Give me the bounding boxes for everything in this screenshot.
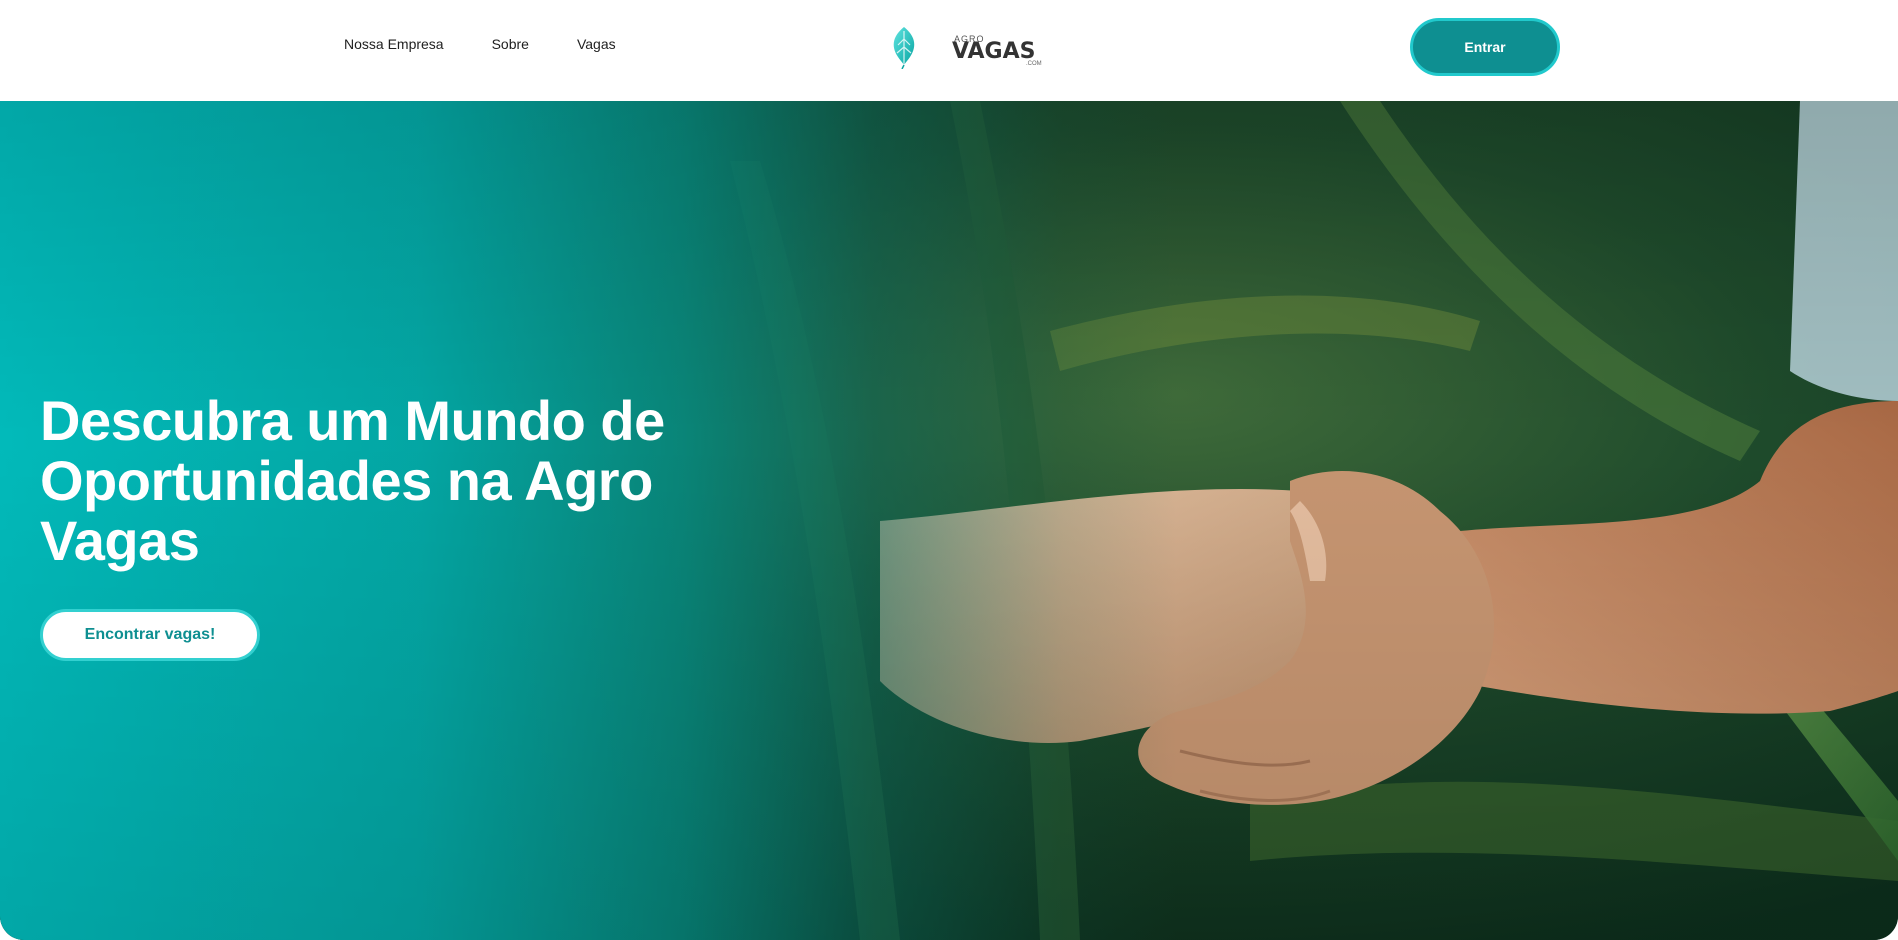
find-jobs-button[interactable]: Encontrar vagas! [40,609,260,661]
logo-text-com: .COM [1026,61,1042,67]
main-nav: Nossa Empresa Sobre Vagas [344,36,616,52]
login-button[interactable]: Entrar [1410,18,1560,76]
hero-title: Descubra um Mundo de Oportunidades na Ag… [40,389,665,572]
nav-link-nossa-empresa[interactable]: Nossa Empresa [344,36,444,52]
nav-link-vagas[interactable]: Vagas [577,36,616,52]
nav-link-sobre[interactable]: Sobre [492,36,529,52]
logo-wordmark: AGRO VAGAS .COM [920,25,1042,69]
logo-text-vagas: VAGAS [952,39,1036,64]
site-logo[interactable]: AGRO VAGAS .COM [888,24,1042,70]
leaf-logo-icon [893,27,915,69]
hero-section: Descubra um Mundo de Oportunidades na Ag… [0,101,1898,940]
site-header: Nossa Empresa Sobre Vagas AGRO VAGAS .CO… [0,0,1898,100]
